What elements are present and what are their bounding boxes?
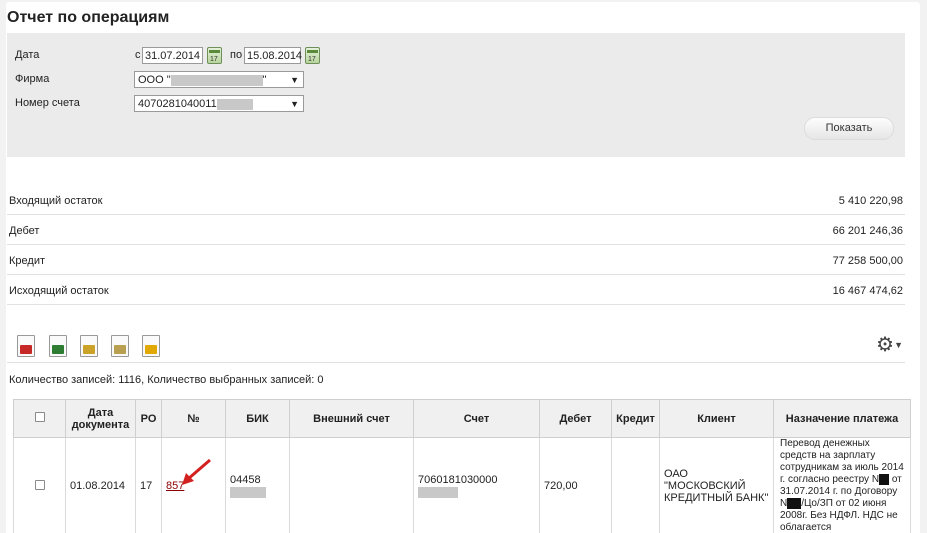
filter-panel: Дата с 31.07.2014 17 по 15.08.2014 17 Фи…: [7, 33, 905, 157]
cell-ro: 17: [135, 436, 162, 533]
redacted-mark: [787, 498, 802, 510]
chevron-down-icon: ▼: [290, 99, 299, 109]
header-date[interactable]: Дата документа: [65, 399, 136, 438]
date-from-input[interactable]: 31.07.2014: [142, 47, 203, 64]
account-select[interactable]: 4070281040011 ▼: [134, 95, 304, 112]
redacted-firm: [170, 74, 263, 86]
redacted-bik: [230, 486, 266, 498]
firm-label: Фирма: [15, 73, 50, 85]
redacted-account-cell: [418, 486, 458, 498]
redacted-account: [216, 98, 253, 110]
date-from-prefix: с: [135, 49, 141, 61]
red-arrow-annotation-icon: [182, 458, 211, 485]
doc-folder-icon[interactable]: [111, 335, 129, 357]
cell-client: ОАО "МОСКОВСКИЙ КРЕДИТНЫЙ БАНК": [659, 436, 774, 533]
row-select-cell[interactable]: [13, 436, 66, 533]
gear-icon[interactable]: ⚙▼: [876, 335, 903, 355]
header-debit[interactable]: Дебет: [539, 399, 612, 438]
select-all-checkbox[interactable]: [34, 412, 45, 422]
header-account[interactable]: Счет: [413, 399, 540, 438]
page-title: Отчет по операциям: [7, 9, 170, 26]
header-client[interactable]: Клиент: [659, 399, 774, 438]
document-export-icon[interactable]: [142, 335, 160, 357]
show-button[interactable]: Показать: [804, 117, 894, 140]
summary-row-credit: Кредит 77 258 500,00: [7, 245, 905, 275]
cell-purpose: Перевод денежных средств на зарплату сот…: [773, 436, 911, 533]
summary-row-outgoing: Исходящий остаток 16 467 474,62: [7, 275, 905, 305]
cell-debit: 720,00: [539, 436, 612, 533]
header-select-all[interactable]: [13, 399, 66, 438]
chevron-down-icon: ▼: [290, 75, 299, 85]
excel-export-icon[interactable]: [49, 335, 67, 357]
row-checkbox[interactable]: [34, 479, 45, 490]
export-toolbar: ⚙▼: [7, 333, 905, 363]
pdf-export-icon[interactable]: [17, 335, 35, 357]
cell-external-account: [289, 436, 414, 533]
account-label: Номер счета: [15, 97, 80, 109]
header-credit[interactable]: Кредит: [611, 399, 660, 438]
cell-date: 01.08.2014: [65, 436, 136, 533]
header-ro[interactable]: РО: [135, 399, 162, 438]
operations-table: Дата документа РО № БИК Внешний счет Сче…: [13, 399, 911, 533]
summary-row-incoming: Входящий остаток 5 410 220,98: [7, 185, 905, 215]
calendar-from-icon[interactable]: 17: [207, 47, 222, 64]
summary-row-debit: Дебет 66 201 246,36: [7, 215, 905, 245]
redacted-mark: [879, 474, 890, 485]
records-count: Количество записей: 1116, Количество выб…: [9, 374, 324, 386]
table-row[interactable]: 01.08.2014 17 857 04458 7060181030000 72…: [13, 436, 911, 533]
date-to-prefix: по: [230, 49, 243, 61]
date-label: Дата: [15, 49, 40, 61]
pdf-folder-icon[interactable]: [80, 335, 98, 357]
cell-account: 7060181030000: [413, 436, 540, 533]
header-bik[interactable]: БИК: [225, 399, 290, 438]
header-purpose[interactable]: Назначение платежа: [773, 399, 911, 438]
cell-credit: [611, 436, 660, 533]
cell-bik: 04458: [225, 436, 290, 533]
calendar-to-icon[interactable]: 17: [305, 47, 320, 64]
table-header-row: Дата документа РО № БИК Внешний счет Сче…: [13, 399, 911, 438]
firm-select[interactable]: ООО " " ▼: [134, 71, 304, 88]
header-number[interactable]: №: [161, 399, 226, 438]
date-to-input[interactable]: 15.08.2014: [244, 47, 302, 64]
header-external-account[interactable]: Внешний счет: [289, 399, 414, 438]
